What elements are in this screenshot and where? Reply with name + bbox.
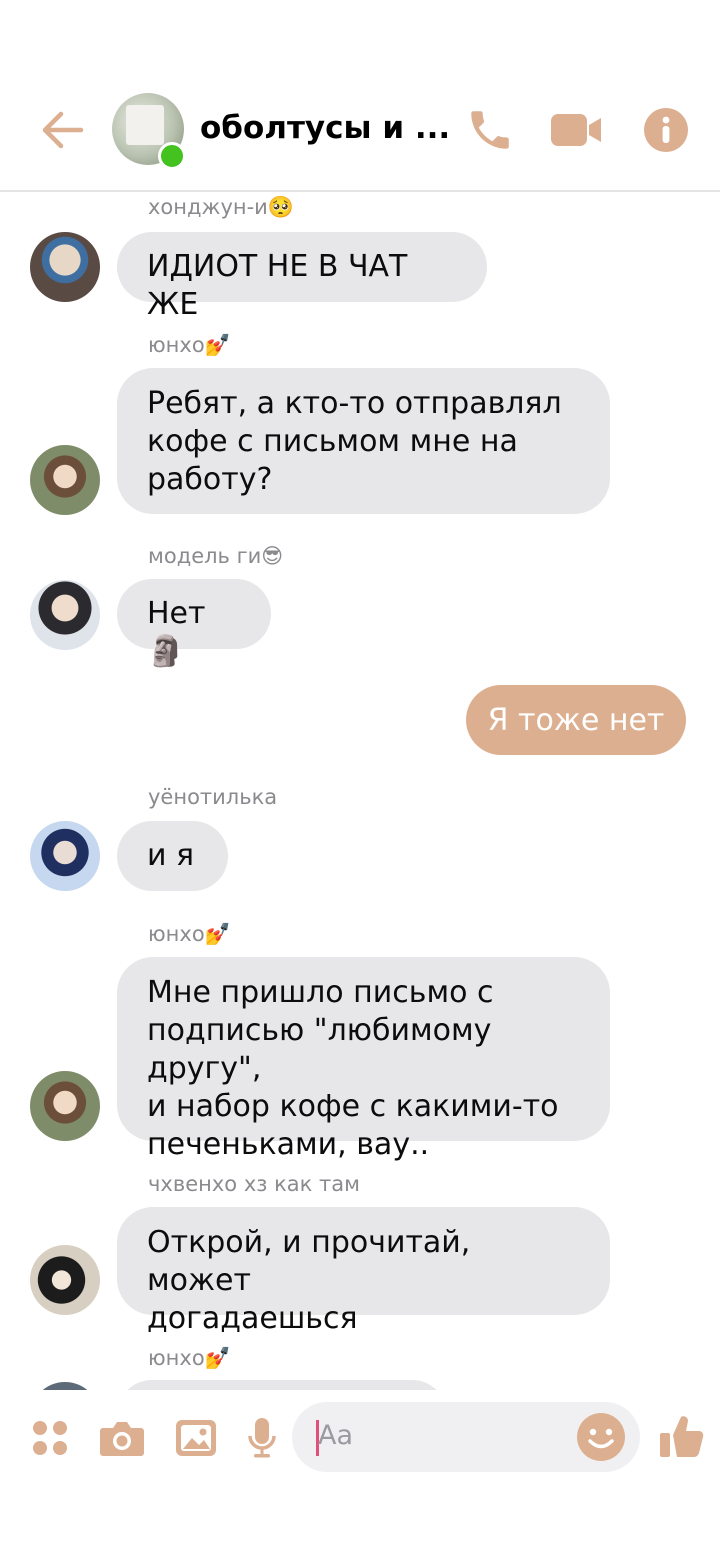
back-arrow-icon[interactable] [32, 100, 92, 160]
sender-name: юнхо💅 [148, 333, 231, 357]
avatar[interactable] [30, 445, 100, 515]
message-text: Открой, и прочитай, может догадаешься [147, 1225, 471, 1336]
sender-name: модель ги😎 [148, 544, 284, 568]
message-text: и я [147, 838, 195, 873]
video-camera-icon[interactable] [546, 100, 606, 160]
sender-name: юнхо💅 [148, 922, 231, 946]
avatar[interactable] [30, 232, 100, 302]
message-text: Мне пришло письмо с подписью "любимому д… [147, 975, 559, 1162]
phone-icon[interactable] [460, 100, 520, 160]
message-text: ИДИОТ НЕ В ЧАТ ЖЕ [147, 249, 408, 322]
chat-header: оболтусы и ... [0, 0, 720, 192]
message-bubble[interactable]: и я [117, 821, 228, 891]
thumbs-up-icon[interactable] [654, 1408, 710, 1464]
avatar[interactable] [30, 821, 100, 891]
chat-title[interactable]: оболтусы и ... [200, 110, 450, 146]
message-text: Нет🗿 [147, 596, 206, 669]
message-bubble[interactable]: ИДИОТ НЕ В ЧАТ ЖЕ [117, 232, 487, 322]
microphone-icon[interactable] [236, 1412, 288, 1464]
info-icon[interactable] [636, 100, 696, 160]
message-bubble[interactable]: Мне пришло письмо с подписью "любимому д… [117, 957, 610, 1162]
message-bubble[interactable]: Открой, и прочитай, может догадаешься [117, 1207, 610, 1336]
sender-name: чхвенхо хз как там [148, 1172, 360, 1196]
camera-icon[interactable] [96, 1412, 148, 1464]
sender-name: хонджун-и🥺 [148, 195, 294, 219]
avatar[interactable] [30, 1245, 100, 1315]
message-input-placeholder: Aa [318, 1420, 354, 1451]
emoji-icon[interactable] [576, 1412, 626, 1462]
message-bubble[interactable]: Ребят, а кто-то отправлял кофе с письмом… [117, 368, 610, 514]
message-bubble[interactable]: Нет🗿 [117, 579, 271, 669]
outgoing-message-bubble[interactable]: Я тоже нет [466, 685, 686, 755]
sender-name: уёнотилька [148, 785, 278, 809]
avatar[interactable] [30, 580, 100, 650]
message-text: Я тоже нет [487, 702, 665, 738]
apps-grid-icon[interactable] [24, 1412, 76, 1464]
online-status-dot [158, 142, 186, 170]
image-icon[interactable] [170, 1412, 222, 1464]
avatar[interactable] [30, 1071, 100, 1141]
sender-name: юнхо💅 [148, 1346, 231, 1370]
message-text: Ребят, а кто-то отправлял кофе с письмом… [147, 386, 562, 497]
